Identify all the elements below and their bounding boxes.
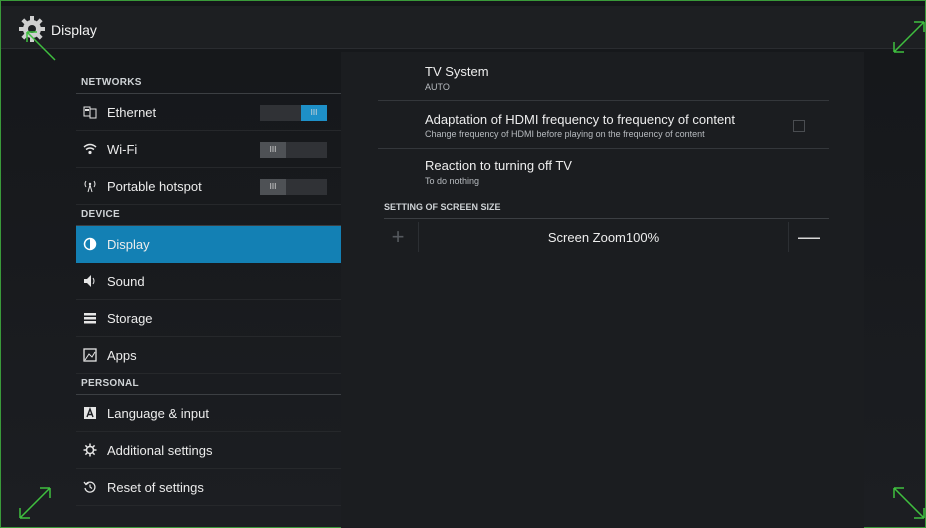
pref-title: Reaction to turning off TV — [425, 158, 572, 173]
sidebar-item-label: Portable hotspot — [107, 178, 202, 194]
zoom-out-button[interactable]: — — [788, 222, 829, 252]
sidebar-item-label: Apps — [107, 347, 137, 363]
sidebar-item-label: Wi-Fi — [107, 141, 138, 157]
gear-icon — [82, 442, 98, 458]
section-header-networks: NETWORKS — [76, 73, 341, 94]
toggle-knob: III — [260, 179, 286, 195]
sidebar-item-wifi[interactable]: Wi-Fi III — [76, 131, 341, 168]
screen-zoom-row: + Screen Zoom100% — — [378, 220, 829, 256]
apps-icon — [82, 347, 98, 363]
sidebar-item-storage[interactable]: Storage — [76, 300, 341, 337]
hdmi-adaptation-checkbox[interactable] — [793, 120, 805, 132]
sidebar-item-label: Display — [107, 236, 150, 252]
sidebar-item-portable-hotspot[interactable]: Portable hotspot III — [76, 168, 341, 205]
speaker-icon — [82, 273, 98, 289]
ethernet-icon — [82, 104, 98, 120]
keyboard-icon — [82, 405, 98, 421]
toggle-knob: III — [301, 105, 327, 121]
sidebar-item-language-input[interactable]: Language & input — [76, 395, 341, 432]
sidebar-item-ethernet[interactable]: Ethernet III — [76, 94, 341, 131]
resize-bottom-right-icon[interactable] — [890, 484, 926, 520]
pref-hdmi-adaptation[interactable]: Adaptation of HDMI frequency to frequenc… — [378, 101, 829, 149]
restore-icon — [82, 479, 98, 495]
pref-summary: To do nothing — [425, 176, 480, 186]
hotspot-icon — [82, 178, 98, 194]
display-icon — [82, 236, 98, 252]
sidebar-item-display[interactable]: Display — [76, 226, 341, 263]
settings-sidebar: NETWORKS Ethernet III Wi-Fi III Portable… — [76, 55, 341, 506]
pref-reaction-off-tv[interactable]: Reaction to turning off TV To do nothing — [378, 149, 829, 197]
screen-zoom-label: Screen Zoom100% — [547, 230, 660, 245]
wifi-toggle[interactable]: III — [260, 142, 327, 158]
section-header-personal: PERSONAL — [76, 374, 341, 395]
sidebar-item-reset-of-settings[interactable]: Reset of settings — [76, 469, 341, 506]
sidebar-item-apps[interactable]: Apps — [76, 337, 341, 374]
ethernet-toggle[interactable]: III — [260, 105, 327, 121]
resize-top-left-icon[interactable] — [25, 30, 61, 66]
pref-tv-system[interactable]: TV System AUTO — [378, 60, 829, 101]
resize-bottom-left-icon[interactable] — [18, 484, 54, 520]
pref-title: Adaptation of HDMI frequency to frequenc… — [425, 112, 736, 127]
pref-summary: Change frequency of HDMI before playing … — [425, 129, 705, 139]
toggle-knob: III — [260, 142, 286, 158]
hotspot-toggle[interactable]: III — [260, 179, 327, 195]
sidebar-item-label: Storage — [107, 310, 153, 326]
section-header-screen-size: SETTING OF SCREEN SIZE — [384, 202, 829, 219]
pref-summary: AUTO — [425, 82, 450, 92]
action-bar: Display — [1, 6, 925, 49]
pref-title: TV System — [425, 64, 489, 79]
sidebar-item-additional-settings[interactable]: Additional settings — [76, 432, 341, 469]
wifi-icon — [82, 141, 98, 157]
sidebar-item-label: Language & input — [107, 405, 209, 421]
display-settings-panel: TV System AUTO Adaptation of HDMI freque… — [341, 52, 864, 528]
sidebar-item-label: Sound — [107, 273, 145, 289]
sidebar-item-label: Ethernet — [107, 104, 157, 120]
sidebar-item-label: Reset of settings — [107, 479, 204, 495]
storage-icon — [82, 310, 98, 326]
sidebar-item-label: Additional settings — [107, 442, 213, 458]
sidebar-item-sound[interactable]: Sound — [76, 263, 341, 300]
resize-top-right-icon[interactable] — [890, 20, 926, 56]
section-header-device: DEVICE — [76, 205, 341, 226]
